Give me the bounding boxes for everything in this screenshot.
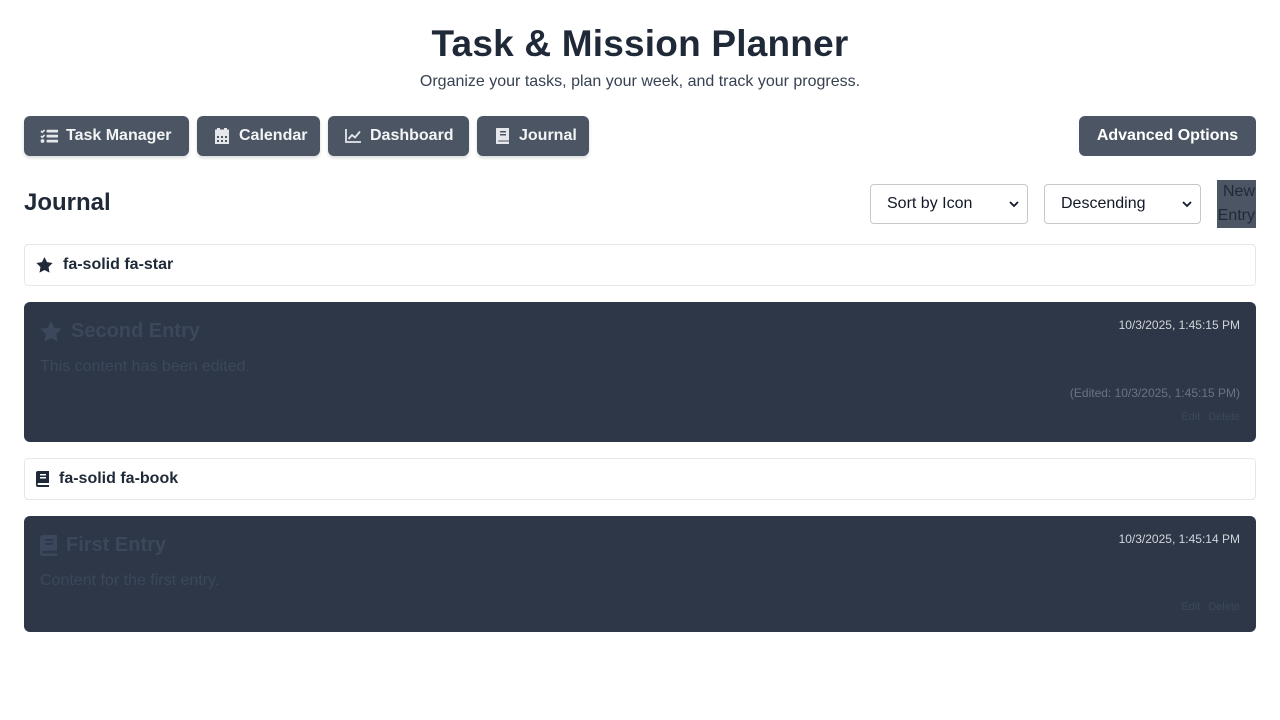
- order-select[interactable]: Descending: [1044, 184, 1201, 224]
- book-icon: [40, 535, 57, 557]
- journal-entry: First Entry 10/3/2025, 1:45:14 PM Conten…: [24, 516, 1256, 632]
- app-subtitle: Organize your tasks, plan your week, and…: [419, 73, 861, 90]
- chart-line-icon: [344, 128, 362, 144]
- journal-title: Journal: [24, 189, 111, 216]
- chevron-down-icon: [1182, 201, 1192, 208]
- entry-title: First Entry: [40, 534, 166, 557]
- group-label: fa-solid fa-book: [59, 470, 179, 487]
- entry-edited-note: (Edited: 10/3/2025, 1:45:15 PM): [1069, 386, 1240, 400]
- delete-button[interactable]: Delete: [1208, 411, 1240, 423]
- group-label: fa-solid fa-star: [63, 256, 174, 273]
- tab-dashboard-label: Dashboard: [370, 127, 454, 144]
- chevron-down-icon: [1009, 201, 1019, 208]
- entry-actions: Edit Delete: [1181, 601, 1240, 613]
- edit-button[interactable]: Edit: [1181, 411, 1200, 423]
- tab-task-manager-label: Task Manager: [66, 127, 172, 144]
- book-icon: [35, 470, 49, 488]
- edit-button[interactable]: Edit: [1181, 601, 1200, 613]
- entry-title-text: First Entry: [66, 534, 167, 556]
- entry-actions: Edit Delete: [1181, 411, 1240, 423]
- book-icon: [493, 128, 511, 144]
- entry-date: 10/3/2025, 1:45:14 PM: [1118, 532, 1240, 546]
- tab-dashboard[interactable]: Dashboard: [328, 116, 469, 156]
- group-header-star[interactable]: fa-solid fa-star: [24, 244, 1256, 286]
- group-header-book[interactable]: fa-solid fa-book: [24, 458, 1256, 500]
- new-entry-button[interactable]: New Entry: [1217, 180, 1256, 228]
- delete-button[interactable]: Delete: [1208, 601, 1240, 613]
- order-value: Descending: [1061, 195, 1146, 212]
- entry-content: This content has been edited.: [40, 358, 250, 375]
- entry-content: Content for the first entry.: [40, 572, 220, 589]
- sort-by-value: Sort by Icon: [887, 195, 973, 212]
- main-nav: Task Manager Calendar Dashboard Journal …: [24, 116, 1256, 156]
- list-check-icon: [40, 128, 58, 144]
- entry-title: Second Entry: [40, 320, 200, 343]
- sort-by-select[interactable]: Sort by Icon: [870, 184, 1028, 224]
- calendar-icon: [213, 128, 231, 144]
- tab-journal[interactable]: Journal: [477, 116, 589, 156]
- tab-journal-label: Journal: [519, 127, 577, 144]
- tab-calendar[interactable]: Calendar: [197, 116, 320, 156]
- tab-task-manager[interactable]: Task Manager: [24, 116, 189, 156]
- star-icon: [40, 321, 62, 343]
- star-icon: [35, 256, 53, 274]
- entry-title-text: Second Entry: [71, 320, 200, 342]
- app-title: Task & Mission Planner: [431, 23, 849, 64]
- journal-entry: Second Entry 10/3/2025, 1:45:15 PM This …: [24, 302, 1256, 442]
- page-header: Task & Mission Planner Organize your tas…: [0, 0, 1280, 92]
- tab-calendar-label: Calendar: [239, 127, 308, 144]
- entry-date: 10/3/2025, 1:45:15 PM: [1118, 318, 1240, 332]
- advanced-options-button[interactable]: Advanced Options: [1079, 116, 1256, 156]
